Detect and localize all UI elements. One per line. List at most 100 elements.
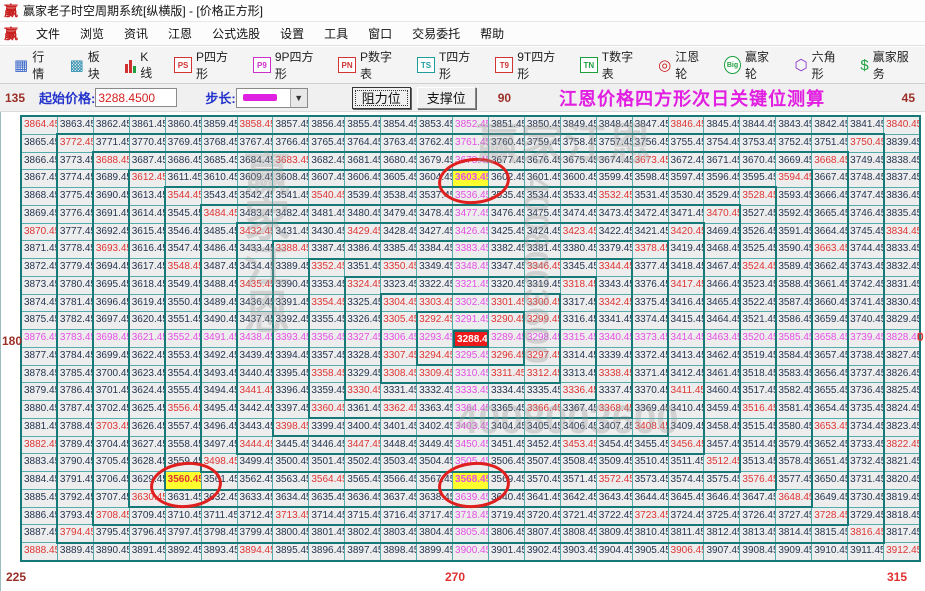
price-cell[interactable]: 3773.45 xyxy=(57,152,94,171)
price-cell[interactable]: 3392.45 xyxy=(273,312,310,331)
price-cell[interactable]: 3751.45 xyxy=(812,134,849,153)
price-cell[interactable]: 3336.45 xyxy=(560,383,597,402)
price-cell[interactable]: 3573.45 xyxy=(632,472,669,490)
price-cell[interactable]: 3353.45 xyxy=(309,276,346,295)
price-cell[interactable]: 3725.45 xyxy=(704,507,741,526)
price-cell[interactable]: 3738.45 xyxy=(848,347,885,366)
price-cell[interactable]: 3420.45 xyxy=(668,223,705,242)
price-cell[interactable]: 3612.45 xyxy=(129,170,166,189)
price-cell[interactable]: 3694.45 xyxy=(93,259,130,277)
price-cell[interactable]: 3378.45 xyxy=(632,241,669,260)
price-cell[interactable]: 3483.45 xyxy=(237,205,274,224)
menu-browse[interactable]: 浏览 xyxy=(70,22,114,45)
price-cell[interactable]: 3893.45 xyxy=(201,543,238,561)
price-cell[interactable]: 3847.45 xyxy=(632,117,669,135)
price-cell[interactable]: 3712.45 xyxy=(237,507,274,526)
price-cell[interactable]: 3772.45 xyxy=(57,134,94,153)
price-cell[interactable]: 3548.45 xyxy=(165,259,202,277)
price-cell[interactable]: 3438.45 xyxy=(237,330,274,348)
price-cell[interactable]: 3338.45 xyxy=(596,365,633,384)
price-cell[interactable]: 3457.45 xyxy=(704,436,741,455)
price-cell[interactable]: 3590.45 xyxy=(776,241,813,260)
price-cell[interactable]: 3897.45 xyxy=(345,543,382,561)
price-cell[interactable]: 3731.45 xyxy=(848,472,885,490)
price-cell[interactable]: 3823.45 xyxy=(884,418,920,437)
price-cell[interactable]: 3558.45 xyxy=(165,436,202,455)
price-cell[interactable]: 3775.45 xyxy=(57,188,94,206)
price-cell[interactable]: 3705.45 xyxy=(93,454,130,473)
price-cell[interactable]: 3709.45 xyxy=(129,507,166,526)
price-cell[interactable]: 3365.45 xyxy=(488,401,525,419)
price-cell[interactable]: 3444.45 xyxy=(237,436,274,455)
price-cell[interactable]: 3564.45 xyxy=(309,472,346,490)
price-cell[interactable]: 3589.45 xyxy=(776,259,813,277)
price-cell[interactable]: 3601.45 xyxy=(524,170,561,189)
toolbar-item-T9[interactable]: T9 9T四方形 xyxy=(487,47,572,83)
price-cell[interactable]: 3803.45 xyxy=(381,525,418,544)
price-cell[interactable]: 3393.45 xyxy=(273,330,310,348)
price-cell[interactable]: 3384.45 xyxy=(417,241,454,260)
price-cell[interactable]: 3445.45 xyxy=(273,436,310,455)
price-cell[interactable]: 3724.45 xyxy=(668,507,705,526)
price-cell[interactable]: 3381.45 xyxy=(524,241,561,260)
price-cell[interactable]: 3765.45 xyxy=(309,134,346,153)
price-cell[interactable]: 3578.45 xyxy=(776,454,813,473)
price-cell[interactable]: 3441.45 xyxy=(237,383,274,402)
price-cell[interactable]: 3412.45 xyxy=(668,365,705,384)
price-cell[interactable]: 3461.45 xyxy=(704,365,741,384)
price-cell[interactable]: 3516.45 xyxy=(740,401,777,419)
price-cell[interactable]: 3689.45 xyxy=(93,170,130,189)
price-cell[interactable]: 3613.45 xyxy=(129,188,166,206)
price-cell[interactable]: 3837.45 xyxy=(884,170,920,189)
price-cell[interactable]: 3321.45 xyxy=(453,276,489,295)
price-cell[interactable]: 3807.45 xyxy=(524,525,561,544)
price-cell[interactable]: 3625.45 xyxy=(129,401,166,419)
price-cell[interactable]: 3437.45 xyxy=(237,312,274,331)
price-cell[interactable]: 3700.45 xyxy=(93,365,130,384)
price-cell[interactable]: 3497.45 xyxy=(201,436,238,455)
price-cell[interactable]: 3824.45 xyxy=(884,401,920,419)
price-cell[interactable]: 3659.45 xyxy=(812,312,849,331)
price-cell[interactable]: 3819.45 xyxy=(884,489,920,508)
price-cell[interactable]: 3425.45 xyxy=(488,223,525,242)
price-cell[interactable]: 3359.45 xyxy=(309,383,346,402)
price-cell[interactable]: 3795.45 xyxy=(93,525,130,544)
price-cell[interactable]: 3641.45 xyxy=(524,489,561,508)
price-cell[interactable]: 3676.45 xyxy=(524,152,561,171)
price-cell[interactable]: 3717.45 xyxy=(417,507,454,526)
price-cell[interactable]: 3616.45 xyxy=(129,241,166,260)
price-cell[interactable]: 3822.45 xyxy=(884,436,920,455)
price-cell[interactable]: 3614.45 xyxy=(129,205,166,224)
price-cell[interactable]: 3429.45 xyxy=(345,223,382,242)
price-cell[interactable]: 3780.45 xyxy=(57,276,94,295)
price-cell[interactable]: 3435.45 xyxy=(237,276,274,295)
price-cell[interactable]: 3650.45 xyxy=(812,472,849,490)
price-cell[interactable]: 3455.45 xyxy=(632,436,669,455)
menu-news[interactable]: 资讯 xyxy=(114,22,158,45)
price-cell[interactable]: 3337.45 xyxy=(596,383,633,402)
price-cell[interactable]: 3439.45 xyxy=(237,347,274,366)
price-cell[interactable]: 3682.45 xyxy=(309,152,346,171)
price-cell[interactable]: 3854.45 xyxy=(381,117,418,135)
price-cell[interactable]: 3409.45 xyxy=(668,418,705,437)
price-cell[interactable]: 3609.45 xyxy=(237,170,274,189)
price-cell[interactable]: 3301.45 xyxy=(488,294,525,313)
price-cell[interactable]: 3789.45 xyxy=(57,436,94,455)
price-cell[interactable]: 3586.45 xyxy=(776,312,813,331)
price-cell[interactable]: 3691.45 xyxy=(93,205,130,224)
price-cell[interactable]: 3904.45 xyxy=(596,543,633,561)
price-cell[interactable]: 3565.45 xyxy=(345,472,382,490)
price-cell[interactable]: 3383.45 xyxy=(453,241,489,260)
price-cell[interactable]: 3357.45 xyxy=(309,347,346,366)
price-cell[interactable]: 3417.45 xyxy=(668,276,705,295)
price-cell[interactable]: 3502.45 xyxy=(345,454,382,473)
toolbar-item-TS[interactable]: TS T四方形 xyxy=(409,47,487,83)
price-cell[interactable]: 3667.45 xyxy=(812,170,849,189)
price-cell[interactable]: 3431.45 xyxy=(273,223,310,242)
price-cell[interactable]: 3875.45 xyxy=(22,312,58,331)
price-cell[interactable]: 3870.45 xyxy=(22,223,58,242)
price-cell[interactable]: 3348.45 xyxy=(453,259,489,277)
toolbar-item-江恩轮[interactable]: ◎ 江恩轮 xyxy=(650,47,716,83)
price-cell[interactable]: 3324.45 xyxy=(345,276,382,295)
price-cell[interactable]: 3343.45 xyxy=(596,276,633,295)
